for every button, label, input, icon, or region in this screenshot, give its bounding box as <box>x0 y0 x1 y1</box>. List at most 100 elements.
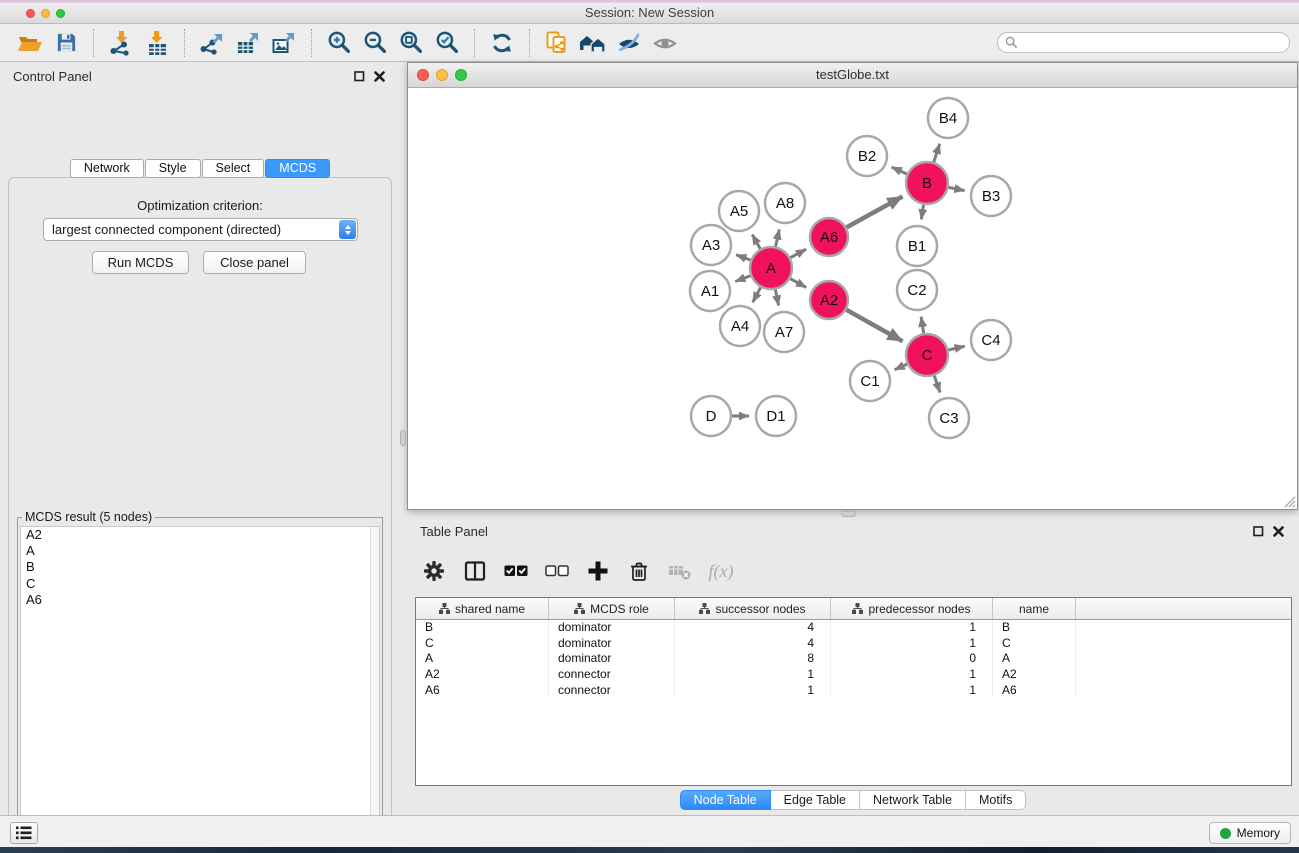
import-table-button[interactable] <box>139 28 175 58</box>
table-row[interactable]: Bdominator41B <box>416 620 1291 636</box>
graph-edge-A2-C[interactable] <box>846 310 902 342</box>
tab-network-table[interactable]: Network Table <box>860 790 966 810</box>
eye-button[interactable] <box>647 28 683 58</box>
network-maximize-button[interactable] <box>455 69 467 81</box>
tab-network[interactable]: Network <box>70 159 144 178</box>
network-canvas[interactable]: B4B2BB3A8A5A6A3B1AA1C2A2A4A7C4CC1C3DD1 <box>408 88 1297 509</box>
optimization-criterion-dropdown[interactable]: largest connected component (directed) <box>43 218 358 241</box>
zoom-in-icon <box>327 30 352 55</box>
export-image-button[interactable] <box>266 28 302 58</box>
graph-edge-C-C4[interactable] <box>948 346 964 350</box>
tab-mcds[interactable]: MCDS <box>265 159 330 178</box>
save-session-button[interactable] <box>48 28 84 58</box>
column-header-name[interactable]: name <box>993 598 1076 619</box>
graph-edge-A-A5[interactable] <box>752 235 760 249</box>
export-network-button[interactable] <box>194 28 230 58</box>
resize-grip-icon[interactable] <box>1282 494 1296 508</box>
graph-edge-A6-B[interactable] <box>847 197 903 228</box>
delete-row-button[interactable] <box>627 559 651 583</box>
column-header-successor-nodes[interactable]: successor nodes <box>675 598 831 619</box>
column-header-predecessor-nodes[interactable]: predecessor nodes <box>831 598 993 619</box>
run-mcds-button[interactable]: Run MCDS <box>92 251 189 274</box>
result-item[interactable]: B <box>21 559 379 575</box>
table-float-button[interactable] <box>1250 523 1266 539</box>
table-row[interactable]: Cdominator41C <box>416 636 1291 652</box>
float-panel-button[interactable] <box>351 68 367 84</box>
desktop-wallpaper <box>0 847 1299 853</box>
graph-edge-C-C2[interactable] <box>921 317 924 334</box>
table-header: shared nameMCDS rolesuccessor nodes prede… <box>416 598 1291 620</box>
result-item[interactable]: A6 <box>21 592 379 608</box>
memory-button[interactable]: Memory <box>1209 822 1291 844</box>
select-all-button[interactable] <box>504 559 528 583</box>
result-scrollbar[interactable] <box>370 527 379 853</box>
graph-edge-A-A1[interactable] <box>735 276 750 282</box>
tab-select[interactable]: Select <box>202 159 265 178</box>
search-input[interactable] <box>1022 35 1289 51</box>
zoom-out-button[interactable] <box>357 28 393 58</box>
close-window-button[interactable] <box>26 9 35 18</box>
graph-edge-A-A4[interactable] <box>753 287 761 302</box>
graph-edge-A-A6[interactable] <box>790 249 806 257</box>
insert-column-button[interactable] <box>463 559 487 583</box>
network-close-button[interactable] <box>417 69 429 81</box>
houses-icon <box>579 31 607 55</box>
clone-network-button[interactable] <box>539 28 575 58</box>
refresh-button[interactable] <box>484 28 520 58</box>
graph-edge-A-A7[interactable] <box>775 290 778 306</box>
maximize-window-button[interactable] <box>56 9 65 18</box>
export-table-button[interactable] <box>230 28 266 58</box>
function-builder-button[interactable]: f(x) <box>709 559 733 583</box>
delete-table-icon <box>668 560 692 582</box>
table-row[interactable]: A6connector11A6 <box>416 683 1291 699</box>
deselect-all-button[interactable] <box>545 559 569 583</box>
vertical-divider-grip[interactable] <box>400 430 406 446</box>
gear-icon <box>423 560 445 582</box>
hide-eye-button[interactable] <box>611 28 647 58</box>
column-header-MCDS-role[interactable]: MCDS role <box>549 598 675 619</box>
tab-edge-table[interactable]: Edge Table <box>771 790 860 810</box>
table-row[interactable]: A2connector11A2 <box>416 667 1291 683</box>
delete-table-button[interactable] <box>668 559 692 583</box>
tab-motifs[interactable]: Motifs <box>966 790 1026 810</box>
network-view-window: testGlobe.txt B4B2BB3A8A5A6A3B1AA1C2A2A4… <box>407 62 1298 510</box>
graph-edge-B-B2[interactable] <box>892 167 907 174</box>
column-header-label: predecessor nodes <box>868 602 970 616</box>
houses-button[interactable] <box>575 28 611 58</box>
import-network-button[interactable] <box>103 28 139 58</box>
status-bar: Memory <box>0 815 1299 847</box>
zoom-in-button[interactable] <box>321 28 357 58</box>
zoom-fit-button[interactable] <box>393 28 429 58</box>
search-box[interactable] <box>997 32 1290 53</box>
network-minimize-button[interactable] <box>436 69 448 81</box>
graph-edge-A-A2[interactable] <box>790 279 806 288</box>
export-network-icon <box>199 30 225 56</box>
graph-edge-C-C3[interactable] <box>934 376 940 393</box>
close-panel-action-button[interactable]: Close panel <box>203 251 306 274</box>
result-item[interactable]: A2 <box>21 527 379 543</box>
graph-edge-B-B3[interactable] <box>949 187 965 190</box>
task-history-button[interactable] <box>10 822 38 844</box>
memory-label: Memory <box>1237 826 1280 840</box>
open-file-button[interactable] <box>12 28 48 58</box>
result-item[interactable]: A <box>21 543 379 559</box>
tab-node-table[interactable]: Node Table <box>680 790 771 810</box>
graph-edge-A-A3[interactable] <box>736 255 750 260</box>
table-row[interactable]: Adominator80A <box>416 651 1291 667</box>
column-type-icon <box>852 603 863 614</box>
graph-edge-A-A8[interactable] <box>776 229 780 246</box>
network-window-titlebar[interactable]: testGlobe.txt <box>408 63 1297 88</box>
graph-edge-C-C1[interactable] <box>895 364 907 370</box>
column-header-shared-name[interactable]: shared name <box>416 598 549 619</box>
table-close-button[interactable] <box>1270 523 1286 539</box>
zoom-selected-button[interactable] <box>429 28 465 58</box>
close-panel-button[interactable] <box>371 68 387 84</box>
add-row-button[interactable] <box>586 559 610 583</box>
tab-style[interactable]: Style <box>145 159 201 178</box>
graph-edge-B-B1[interactable] <box>921 205 923 220</box>
result-item[interactable]: C <box>21 576 379 592</box>
table-settings-button[interactable] <box>422 559 446 583</box>
graph-edge-B-B4[interactable] <box>934 144 940 162</box>
graph-node-label-A7: A7 <box>775 324 793 341</box>
minimize-window-button[interactable] <box>41 9 50 18</box>
